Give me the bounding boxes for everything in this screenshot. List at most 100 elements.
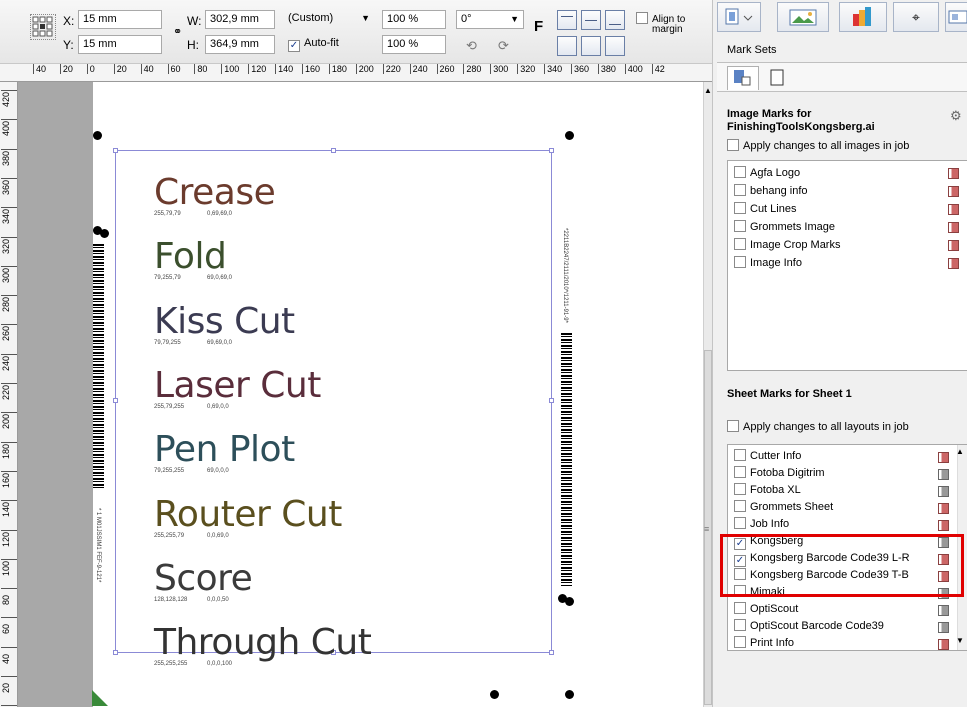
checkbox-icon[interactable] [734, 202, 746, 214]
mark-color-icon[interactable] [948, 204, 959, 215]
x-position-input[interactable]: 15 mm [78, 10, 162, 29]
align-left-icon[interactable] [557, 36, 577, 56]
sheet-mark-row[interactable]: OptiScout [728, 601, 967, 618]
image-mark-row[interactable]: behang info [728, 182, 967, 200]
mark-label: Kiss Cut [154, 300, 295, 342]
image-tab[interactable] [777, 2, 829, 32]
checkbox-icon[interactable] [734, 449, 746, 461]
checkbox-icon[interactable] [734, 517, 746, 529]
align-middle-icon[interactable] [581, 10, 601, 30]
checkbox-icon[interactable] [734, 184, 746, 196]
image-mark-row[interactable]: Agfa Logo [728, 164, 967, 182]
checkbox-icon[interactable] [734, 483, 746, 495]
resize-handle[interactable] [331, 148, 336, 153]
sheet-mark-row[interactable]: Job Info [728, 516, 967, 533]
image-mark-row[interactable]: Cut Lines [728, 200, 967, 218]
apply-images-checkbox[interactable]: Apply changes to all images in job [727, 139, 909, 152]
registration-dot [565, 597, 574, 606]
mark-color-icon[interactable] [948, 222, 959, 233]
barcode-left [93, 244, 104, 489]
checkbox-checked-icon: ✓ [288, 40, 300, 52]
image-marks-list[interactable]: Agfa Logo behang info Cut Lines Grommets Im… [727, 160, 967, 371]
scroll-down-icon[interactable]: ▼ [956, 636, 964, 645]
ruler-tick-label: 160 [302, 64, 320, 74]
sheet-marks-tab[interactable] [765, 68, 791, 90]
resize-handle[interactable] [113, 148, 118, 153]
rotation-dropdown[interactable]: 0° ▼ [456, 10, 524, 29]
rotate-left-icon[interactable]: ⟲ [466, 38, 477, 54]
image-mark-row[interactable]: Image Crop Marks [728, 236, 967, 254]
apply-layouts-checkbox[interactable]: Apply changes to all layouts in job [727, 420, 909, 433]
sheet-mark-row[interactable]: Print Info [728, 635, 967, 650]
image-marks-tab[interactable] [727, 66, 759, 90]
mark-color-icon[interactable] [938, 452, 949, 463]
sheet-mark-row[interactable]: Grommets Sheet [728, 499, 967, 516]
mark-color-icon[interactable] [938, 622, 949, 633]
image-mark-label: behang info [750, 185, 808, 197]
color-tab[interactable] [839, 2, 887, 32]
auto-fit-checkbox[interactable]: ✓ Auto-fit [288, 37, 339, 52]
checkbox-icon[interactable] [734, 636, 746, 648]
checkbox-icon[interactable] [734, 238, 746, 250]
scale-y-input[interactable]: 100 % [382, 35, 446, 54]
align-bottom-icon[interactable] [605, 10, 625, 30]
checkbox-icon[interactable] [734, 500, 746, 512]
reference-point-icon[interactable] [30, 14, 56, 40]
splitter-grip-icon[interactable]: ≡ [704, 524, 709, 534]
layout-tab[interactable] [717, 2, 761, 32]
resize-handle[interactable] [549, 650, 554, 655]
view-tab[interactable] [945, 2, 967, 32]
align-top-icon[interactable] [557, 10, 577, 30]
sheet-mark-row[interactable]: Fotoba XL [728, 482, 967, 499]
resize-handle[interactable] [549, 148, 554, 153]
resize-handle[interactable] [549, 398, 554, 403]
mark-color-icon[interactable] [938, 639, 949, 650]
mark-color-icon[interactable] [948, 240, 959, 251]
align-center-icon[interactable] [581, 36, 601, 56]
ruler-tick-label: 20 [113, 64, 127, 74]
size-preset-dropdown[interactable]: (Custom) ▼ [284, 10, 374, 29]
mark-color-icon[interactable] [938, 469, 949, 480]
image-icon [789, 9, 817, 26]
scroll-up-icon[interactable]: ▲ [704, 86, 712, 95]
checkbox-icon[interactable] [734, 256, 746, 268]
registration-dot [565, 131, 574, 140]
mark-color-icon[interactable] [948, 168, 959, 179]
checkbox-icon[interactable] [734, 166, 746, 178]
marks-tab[interactable]: ⌖ [893, 2, 939, 32]
flip-button[interactable]: F [534, 18, 543, 35]
y-position-input[interactable]: 15 mm [78, 35, 162, 54]
resize-handle[interactable] [113, 650, 118, 655]
resize-handle[interactable] [113, 398, 118, 403]
checkbox-icon[interactable] [734, 220, 746, 232]
sheet-marks-title: Sheet Marks for Sheet 1 [727, 388, 852, 400]
checkbox-icon[interactable] [734, 602, 746, 614]
scroll-up-icon[interactable]: ▲ [956, 447, 964, 456]
align-right-icon[interactable] [605, 36, 625, 56]
ruler-tick: 260 [1, 324, 17, 341]
scale-x-input[interactable]: 100 % [382, 10, 446, 29]
mark-color-icon[interactable] [938, 520, 949, 531]
mark-color-icon[interactable] [938, 605, 949, 616]
mark-color-icon[interactable] [938, 486, 949, 497]
rotate-right-icon[interactable]: ⟳ [498, 38, 509, 54]
checkbox-icon[interactable] [734, 619, 746, 631]
h-label: H: [187, 38, 199, 52]
image-mark-row[interactable]: Grommets Image [728, 218, 967, 236]
sheet-mark-row[interactable]: Fotoba Digitrim [728, 465, 967, 482]
mark-rgb-value: 255,79,79 [154, 211, 181, 217]
ruler-tick-label: 260 [436, 64, 455, 74]
ruler-tick-label: 400 [1, 121, 11, 137]
sheet-mark-row[interactable]: OptiScout Barcode Code39 [728, 618, 967, 635]
mark-color-icon[interactable] [948, 258, 959, 269]
sheet-mark-row[interactable]: Cutter Info [728, 448, 967, 465]
mark-color-icon[interactable] [938, 503, 949, 514]
width-input[interactable]: 302,9 mm [205, 10, 275, 29]
link-proportions-icon[interactable]: ⚭ [173, 25, 182, 38]
checkbox-icon[interactable] [734, 466, 746, 478]
ruler-tick: 100 [1, 558, 17, 576]
height-input[interactable]: 364,9 mm [205, 35, 275, 54]
image-mark-row[interactable]: Image Info [728, 254, 967, 272]
gear-icon[interactable]: ⚙ [950, 108, 962, 124]
mark-color-icon[interactable] [948, 186, 959, 197]
